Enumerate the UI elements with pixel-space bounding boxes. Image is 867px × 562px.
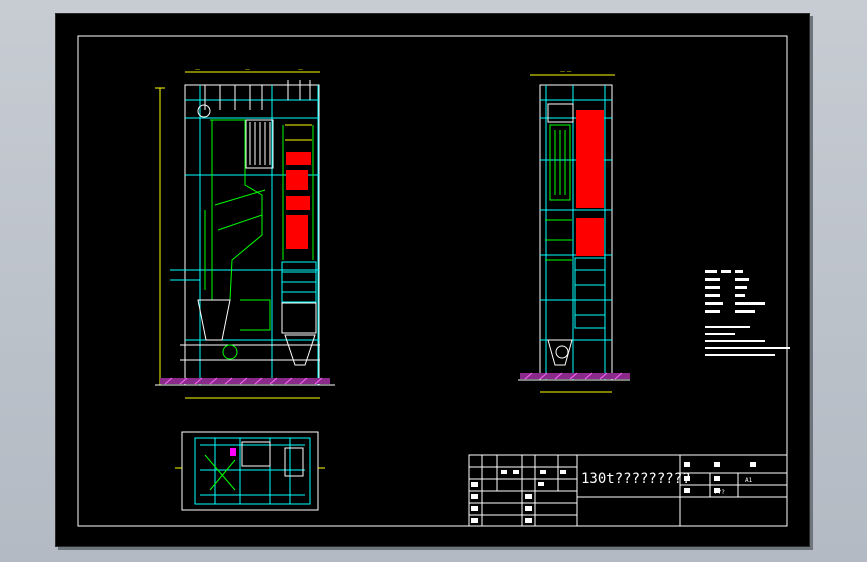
heating-surface-block: [286, 170, 308, 190]
heating-surface-block: [286, 196, 310, 210]
drawing-frame: [77, 35, 788, 527]
plan-view: [175, 431, 325, 511]
sheet-size-label: A1: [745, 477, 753, 484]
heating-surface-block: [576, 218, 604, 256]
notes-legend: [705, 270, 790, 356]
heating-surface-block: [286, 152, 311, 165]
drawing-code: ???: [714, 489, 725, 496]
title-block: [468, 454, 788, 527]
side-elevation-view: — —: [518, 69, 630, 393]
foundation-hatch: [520, 373, 630, 379]
heating-surface-block: [576, 110, 604, 208]
heating-surface-block: [286, 215, 308, 249]
svg-text:—: —: [298, 67, 303, 73]
svg-text:— —: — —: [560, 69, 572, 75]
svg-text:—: —: [195, 67, 200, 73]
svg-text:—: —: [245, 67, 250, 73]
cad-drawing: — — — — — 130t????????? ??? A1: [77, 35, 790, 527]
front-elevation-view: — — —: [155, 67, 335, 399]
drawing-title: 130t?????????: [581, 471, 691, 487]
